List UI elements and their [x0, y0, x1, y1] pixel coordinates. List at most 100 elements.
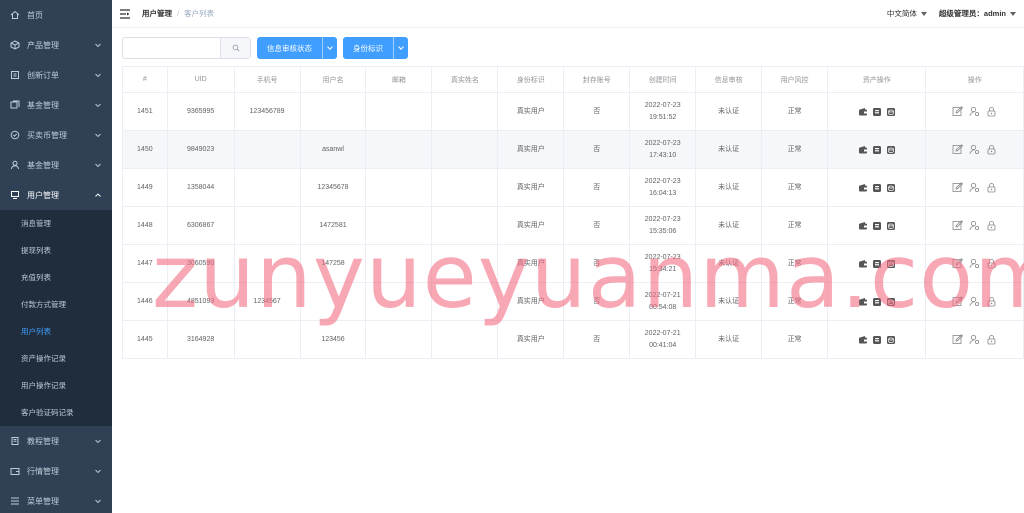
table-row[interactable]: 1447 3060590 147258 真实用户否 2022-07-23 15:34:2…: [122, 244, 1024, 283]
wallet-icon[interactable]: [858, 259, 868, 269]
coin-stack-icon[interactable]: [872, 335, 882, 345]
coin-stack-icon[interactable]: [872, 297, 882, 307]
sidebar-item-6[interactable]: 用户管理: [0, 180, 112, 210]
table-cell: 未认证: [695, 320, 763, 359]
wallet-icon[interactable]: [858, 221, 868, 231]
user-settings-icon[interactable]: [969, 296, 980, 307]
coin-stack-icon[interactable]: [872, 183, 882, 193]
lock-icon[interactable]: [986, 334, 997, 345]
wallet-icon: [10, 466, 20, 476]
table-cell: [431, 244, 499, 283]
sidebar-bottom-item-2[interactable]: 菜单管理: [0, 486, 112, 513]
wallet-icon[interactable]: [858, 145, 868, 155]
order-icon: [10, 70, 20, 80]
sidebar-subitem-7[interactable]: 客户验证码记录: [0, 399, 112, 426]
table-row[interactable]: 1450 9849023 asanwl 真实用户否 2022-07-23 17:43:1…: [122, 130, 1024, 169]
search-input[interactable]: [123, 38, 220, 58]
table-row[interactable]: 1446 4851093 1234567 真实用户否 2022-07-21 00:54:…: [122, 282, 1024, 321]
hamburger-icon[interactable]: [120, 8, 130, 19]
audit-status-dropdown[interactable]: 信息审核状态: [257, 37, 337, 59]
lock-icon[interactable]: [986, 182, 997, 193]
user-settings-icon[interactable]: [969, 334, 980, 345]
chevron-down-icon: [95, 499, 101, 504]
table-row[interactable]: 1451 9365995 123456789 真实用户否 2022-07-23 19:5…: [122, 92, 1024, 131]
user-settings-icon[interactable]: [969, 220, 980, 231]
identity-dropdown[interactable]: 身份标识: [343, 37, 408, 59]
sidebar-item-5[interactable]: 基金管理: [0, 150, 112, 180]
edit-icon[interactable]: [952, 144, 964, 155]
table-body: 1451 9365995 123456789 真实用户否 2022-07-23 19:5…: [122, 92, 1024, 359]
breadcrumb-parent[interactable]: 用户管理: [142, 8, 172, 19]
user-name: 超级管理员：admin: [938, 9, 1006, 18]
sidebar-item-4[interactable]: 买卖币管理: [0, 120, 112, 150]
table-cell: 1234567: [233, 282, 301, 321]
chevron-down-icon: [95, 73, 101, 78]
sidebar-bottom-item-0[interactable]: 教程管理: [0, 426, 112, 456]
table-row[interactable]: 1448 6306867 1472581 真实用户否 2022-07-23 15:35:…: [122, 206, 1024, 245]
table-row[interactable]: 1449 1358044 12345678 真实用户否 2022-07-23 16:04…: [122, 168, 1024, 207]
edit-icon[interactable]: [952, 258, 964, 269]
coin-stack-icon[interactable]: [872, 107, 882, 117]
language-select[interactable]: 中文简体: [887, 8, 927, 19]
table-cell: [365, 282, 433, 321]
sidebar-subitem-1[interactable]: 提现列表: [0, 237, 112, 264]
chevron-down-icon[interactable]: [393, 37, 408, 59]
sidebar-item-1[interactable]: 产品管理: [0, 30, 112, 60]
sidebar-item-3[interactable]: 基金管理: [0, 90, 112, 120]
database-icon[interactable]: [886, 335, 896, 345]
user-settings-icon[interactable]: [969, 182, 980, 193]
lock-icon[interactable]: [986, 220, 997, 231]
coin-stack-icon[interactable]: [872, 221, 882, 231]
lock-icon[interactable]: [986, 106, 997, 117]
wallet-icon[interactable]: [858, 335, 868, 345]
lock-icon[interactable]: [986, 296, 997, 307]
coin-stack-icon[interactable]: [872, 145, 882, 155]
chevron-down-icon[interactable]: [322, 37, 337, 59]
sidebar-subitem-0[interactable]: 消息管理: [0, 210, 112, 237]
wallet-icon[interactable]: [858, 297, 868, 307]
sidebar-subitem-6[interactable]: 用户操作记录: [0, 372, 112, 399]
wallet-icon[interactable]: [858, 183, 868, 193]
user-settings-icon[interactable]: [969, 106, 980, 117]
table-cell: [299, 282, 367, 321]
sidebar-item-label: 创新订单: [27, 70, 59, 80]
database-icon[interactable]: [886, 221, 896, 231]
database-icon[interactable]: [886, 259, 896, 269]
edit-icon[interactable]: [952, 296, 964, 307]
table-header-row: # UID 手机号 用户名 邮箱 真实姓名 身份标识 封存账号 创建时间 信息审核 用户风控 资产操作…: [122, 66, 1024, 93]
user-settings-icon[interactable]: [969, 144, 980, 155]
table-row[interactable]: 1445 3164928 123456 真实用户否 2022-07-21 00:41:0…: [122, 320, 1024, 359]
table-cell: [365, 130, 433, 169]
table-cell: [233, 130, 301, 169]
database-icon[interactable]: [886, 183, 896, 193]
search-button[interactable]: [220, 38, 250, 58]
sidebar-subitem-3[interactable]: 付款方式管理: [0, 291, 112, 318]
table-cell: 真实用户: [497, 206, 565, 245]
lock-icon[interactable]: [986, 258, 997, 269]
wallet-icon[interactable]: [858, 107, 868, 117]
database-icon[interactable]: [886, 107, 896, 117]
coin-stack-icon[interactable]: [872, 259, 882, 269]
sidebar-item-0[interactable]: 首页: [0, 0, 112, 30]
sidebar-bottom-item-1[interactable]: 行情管理: [0, 456, 112, 486]
lock-icon[interactable]: [986, 144, 997, 155]
user-menu[interactable]: 超级管理员：admin: [939, 8, 1016, 19]
edit-icon[interactable]: [952, 334, 964, 345]
sidebar-subitem-4[interactable]: 用户列表: [0, 318, 112, 345]
table-cell: 1448: [122, 206, 168, 245]
database-icon[interactable]: [886, 145, 896, 155]
table-cell: 否: [563, 92, 631, 131]
sidebar-subitem-5[interactable]: 资产操作记录: [0, 345, 112, 372]
table-cell: 3164928: [166, 320, 235, 359]
sidebar-subitem-2[interactable]: 充值列表: [0, 264, 112, 291]
edit-icon[interactable]: [952, 182, 964, 193]
table-cell: 9849023: [166, 130, 235, 169]
edit-icon[interactable]: [952, 220, 964, 231]
chevron-down-icon: [95, 439, 101, 444]
edit-icon[interactable]: [952, 106, 964, 117]
column-header: 信息审核: [695, 66, 763, 93]
user-settings-icon[interactable]: [969, 258, 980, 269]
database-icon[interactable]: [886, 297, 896, 307]
table-cell: [365, 320, 433, 359]
sidebar-item-2[interactable]: 创新订单: [0, 60, 112, 90]
